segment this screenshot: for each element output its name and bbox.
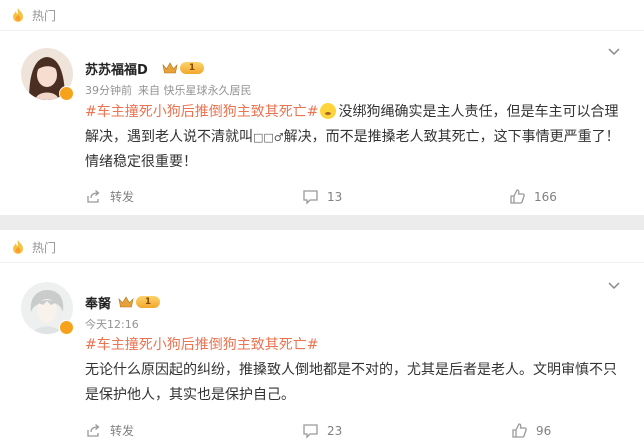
comment-text: #车主撞死小狗后推倒狗主致其死亡# 没绑狗绳确实是主人责任，但是车主可以合理解决，… [85,100,625,175]
topic-link[interactable]: #车主撞死小狗后推倒狗主致其死亡# [85,337,318,353]
topic-link[interactable]: #车主撞死小狗后推倒狗主致其死亡# [85,104,318,120]
verified-badge-icon [59,86,74,101]
hot-flame-icon [13,240,23,254]
vip-badge[interactable]: 1 [118,294,160,309]
repost-button[interactable]: 转发 [85,188,134,205]
divider [0,30,644,31]
comment-card: 热门 苏苏福福D 1 39分钟前 来自 快乐星球永久居民 #车主撞死小狗后推倒狗主… [0,0,644,215]
avatar[interactable] [21,48,74,101]
verified-badge-icon [59,320,74,335]
comment-meta: 39分钟前 来自 快乐星球永久居民 [85,82,258,98]
comment-count: 23 [327,423,343,438]
username[interactable]: 奉胬 [85,293,111,312]
thumbs-up-icon [512,423,527,438]
comment-meta: 今天12:16 [85,316,145,332]
comment-icon [303,190,318,205]
comment-source: 来自 快乐星球永久居民 [138,84,252,97]
comment-button[interactable]: 13 [302,188,342,205]
divider [0,262,644,263]
share-icon [87,190,100,203]
chevron-down-icon[interactable] [608,48,620,56]
hot-section-header: 热门 [10,6,56,24]
comment-icon [303,424,318,439]
thumbs-up-icon [510,189,525,204]
avatar[interactable] [21,282,74,335]
crown-icon [162,61,178,73]
hot-label: 热门 [32,8,57,23]
comment-text: 无论什么原因起的纠纷，推搡致人倒地都是不对的，尤其是后者是老人。文明审慎不只是保… [85,362,617,403]
comment-card: 热门 奉胬 1 今天12:16 #车主撞死小狗后推倒狗主致其死亡# 无论什么原因… [0,230,644,445]
emoji-icon [320,103,337,119]
repost-button[interactable]: 转发 [85,422,134,439]
repost-label: 转发 [110,424,135,438]
repost-label: 转发 [110,190,135,204]
share-icon [87,424,100,437]
vip-level: 1 [136,295,160,308]
comment-time: 今天12:16 [85,318,139,331]
comment-count: 13 [327,189,343,204]
topic-line: #车主撞死小狗后推倒狗主致其死亡# [85,333,625,358]
comment-button[interactable]: 23 [302,422,342,439]
emoji-placeholder-icon: □□♂ [253,130,284,144]
hot-label: 热门 [32,240,57,255]
comment-time: 39分钟前 [85,84,132,97]
username[interactable]: 苏苏福福D [85,59,148,78]
like-button[interactable]: 96 [511,422,551,439]
chevron-down-icon[interactable] [608,282,620,290]
like-count: 96 [536,423,552,438]
like-count: 166 [534,189,557,204]
crown-icon [118,295,134,307]
hot-section-header: 热门 [10,238,56,256]
vip-level: 1 [180,61,204,74]
like-button[interactable]: 166 [509,188,557,205]
vip-badge[interactable]: 1 [162,60,204,75]
hot-flame-icon [13,8,23,22]
